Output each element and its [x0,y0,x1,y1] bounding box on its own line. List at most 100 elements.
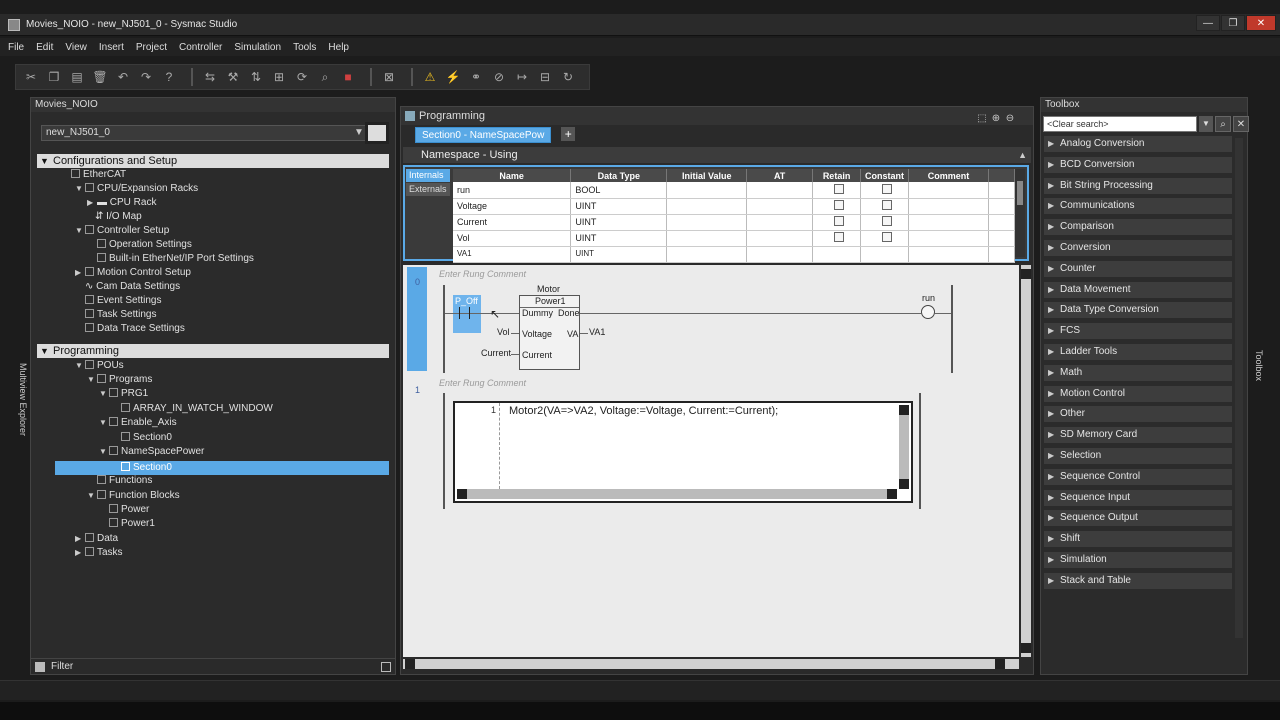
constant-checkbox[interactable] [881,200,892,210]
search-icon[interactable]: ⌕ [1215,116,1231,132]
collapse-icon[interactable]: ▼ [99,445,109,459]
collapse-icon[interactable]: ▲ [1018,147,1027,163]
inline-st-editor[interactable]: 1 Motor2(VA=>VA2, Voltage:=Voltage, Curr… [453,401,913,503]
zoom-in-icon[interactable]: ⊕ [989,110,1003,124]
collapse-icon[interactable]: ▼ [75,359,85,373]
tree-item-cpu-rack[interactable]: ▶ ▬ CPU Rack [87,196,156,210]
output-coil[interactable] [921,305,935,319]
constant-checkbox[interactable] [881,216,892,226]
menu-project[interactable]: Project [136,42,167,53]
col-initial-value[interactable]: Initial Value [666,169,748,182]
col-retain[interactable]: Retain [812,169,862,182]
toolbox-item-selection[interactable]: ▶ Selection [1043,447,1233,465]
output-variable-va1[interactable]: VA1 [589,327,605,337]
constant-checkbox[interactable] [881,183,892,194]
toolbox-item-sequence-input[interactable]: ▶ Sequence Input [1043,488,1233,507]
rung-comment[interactable]: Enter Rung Comment [439,378,526,388]
ladder-horizontal-scrollbar[interactable] [403,659,1019,669]
tree-item-controller-setup[interactable]: ▼ Controller Setup [75,224,169,238]
tab-section0-namespacepower[interactable]: Section0 - NameSpacePow [415,127,552,143]
toolbox-item-other[interactable]: ▶ Other [1043,405,1233,424]
section-programming[interactable]: ▼ Programming [37,344,389,358]
ladder-editor[interactable]: 0 Enter Rung Comment P_Off ↖ Motor Power… [403,265,1019,657]
copy-icon[interactable]: ❐ [45,68,63,86]
tree-item-enable-axis[interactable]: ▼ Enable_Axis [99,416,177,430]
help-icon[interactable]: ? [160,68,178,86]
transfer-icon[interactable]: ⇅ [247,68,265,86]
build-icon[interactable]: ⚒ [224,68,242,86]
paste-icon[interactable]: ▤ [68,68,86,86]
st-code-line[interactable]: Motor2(VA=>VA2, Voltage:=Voltage, Curren… [509,405,778,417]
compare-icon[interactable]: ⊞ [270,68,288,86]
chevron-down-icon[interactable]: ▼ [352,126,366,140]
device-selector[interactable]: new_NJ501_0 ▼ [41,125,369,141]
tree-item-ethernet-settings[interactable]: Built-in EtherNet/IP Port Settings [87,252,254,266]
namespace-header[interactable]: Namespace - Using ▲ [403,147,1031,163]
collapse-icon[interactable]: ▼ [40,154,49,168]
toolbox-item-counter[interactable]: ▶ Counter [1043,259,1233,278]
menu-edit[interactable]: Edit [36,42,53,53]
delete-icon[interactable]: 🗑 [91,68,109,86]
toolbox-item-bcd-conversion[interactable]: ▶ BCD Conversion [1043,155,1233,174]
tree-item-event-settings[interactable]: Event Settings [75,294,161,308]
toolbox-item-sequence-control[interactable]: ▶ Sequence Control [1043,467,1233,486]
menu-help[interactable]: Help [328,42,349,53]
collapse-icon[interactable]: ▼ [75,182,85,196]
fit-icon[interactable]: ⬚ [975,110,989,124]
table-row[interactable]: Vol UINT [453,230,1016,247]
sync-icon[interactable]: ⟳ [293,68,311,86]
tree-item-namespacepower[interactable]: ▼ NameSpacePower [99,445,204,459]
menu-simulation[interactable]: Simulation [234,42,281,53]
force-off-icon[interactable]: ⚭ [467,68,485,86]
tree-item-array-in-watch[interactable]: ARRAY_IN_WATCH_WINDOW [111,402,273,416]
close-icon[interactable]: ✕ [1233,116,1249,132]
toolbox-search-input[interactable]: <Clear search> [1043,116,1197,132]
tree-item-power1[interactable]: Power1 [99,517,155,531]
retain-checkbox[interactable] [833,200,844,210]
tree-item-section0-selected[interactable]: Section0 [111,461,172,475]
force-cancel-icon[interactable]: ⊘ [490,68,508,86]
toolbox-item-stack-and-table[interactable]: ▶ Stack and Table [1043,571,1233,590]
menu-insert[interactable]: Insert [99,42,124,53]
force-on-icon[interactable]: ⚡ [444,68,462,86]
collapse-icon[interactable]: ▼ [87,373,97,387]
toolbox-item-sequence-output[interactable]: ▶ Sequence Output [1043,509,1233,528]
menu-tools[interactable]: Tools [293,42,316,53]
menu-view[interactable]: View [65,42,87,53]
fb-instance-name[interactable]: Motor [537,284,560,294]
tree-item-power[interactable]: Power [99,503,149,517]
toolbox-item-ladder-tools[interactable]: ▶ Ladder Tools [1043,343,1233,361]
rung-comment[interactable]: Enter Rung Comment [439,269,526,279]
st-horizontal-scrollbar[interactable] [457,489,897,499]
retain-checkbox[interactable] [833,183,844,194]
toolbox-item-bit-string-processing[interactable]: ▶ Bit String Processing [1043,176,1233,195]
input-variable-vol[interactable]: Vol [497,327,510,337]
toolbox-item-analog-conversion[interactable]: ▶ Analog Conversion [1043,135,1233,153]
table-row[interactable]: Voltage UINT [453,198,1016,215]
collapse-icon[interactable]: ▼ [99,416,109,430]
coil-variable[interactable]: run [922,293,935,303]
toolbox-item-data-type-conversion[interactable]: ▶ Data Type Conversion [1043,301,1233,320]
tree-item-data-trace[interactable]: Data Trace Settings [75,322,185,336]
variable-table-scrollbar[interactable] [1015,169,1025,257]
input-variable-current[interactable]: Current [481,348,511,358]
monitor-icon[interactable]: ⊠ [380,68,398,86]
collapse-icon[interactable]: ▼ [87,489,97,503]
tree-item-prg1[interactable]: ▼ PRG1 [99,387,148,401]
filter-bar[interactable]: Filter [31,658,395,674]
menu-controller[interactable]: Controller [179,42,222,53]
retain-checkbox[interactable] [833,232,844,242]
table-row[interactable]: Current UINT [453,214,1016,231]
expand-icon[interactable]: ▶ [75,266,85,280]
col-data-type[interactable]: Data Type [570,169,668,182]
tree-item-ethercat[interactable]: EtherCAT [61,168,126,182]
refresh-icon[interactable]: ↻ [559,68,577,86]
function-block-power1[interactable]: Power1 Dummy Done Voltage VA Current [519,295,580,370]
tree-item-task-settings[interactable]: Task Settings [75,308,156,322]
tree-item-functions[interactable]: Functions [87,474,152,488]
stop-icon[interactable]: ■ [339,68,357,86]
cut-icon[interactable]: ✂ [22,68,40,86]
contact-variable[interactable]: P_Off [455,296,478,306]
constant-checkbox[interactable] [881,232,892,242]
ladder-vertical-scrollbar[interactable] [1021,265,1031,657]
